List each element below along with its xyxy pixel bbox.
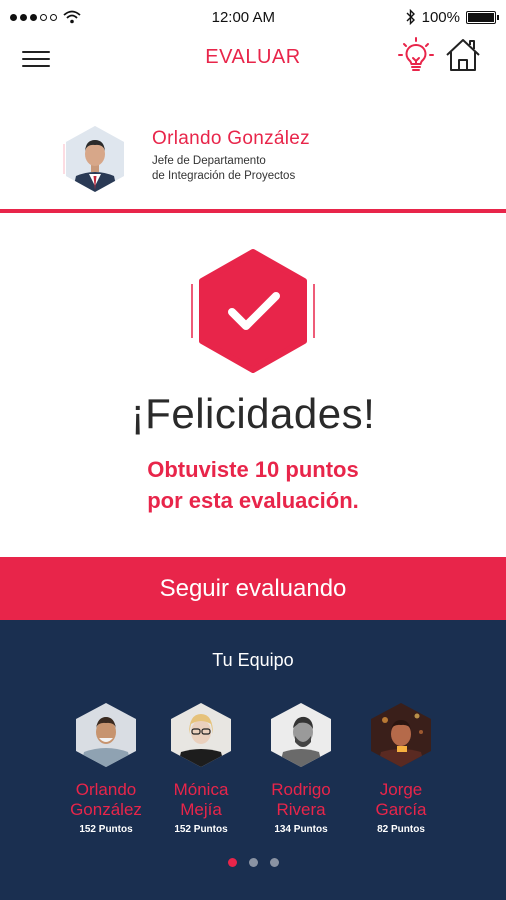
member-avatar [371,703,431,767]
member-first-name: Orlando [75,780,137,799]
team-member-card[interactable]: Jorge García 82 Puntos [346,702,456,835]
app-header: EVALUAR [0,34,506,84]
bluetooth-icon [406,9,415,25]
profile-role-line1: Jefe de Departamento [152,155,266,167]
evaluated-profile: Orlando González Jefe de Departamento de… [0,118,506,208]
member-avatar [76,703,136,767]
points-message: Obtuviste 10 puntos por esta evaluación. [0,454,506,516]
avatar [60,124,130,194]
signal-strength-icon [10,13,57,21]
check-icon [191,249,315,373]
member-avatar [171,703,231,767]
member-avatar [271,703,331,767]
continue-evaluating-button[interactable]: Seguir evaluando [0,557,506,620]
profile-role-line2: de Integración de Proyectos [152,170,296,182]
member-last-name: Rivera [276,800,326,819]
member-last-name: Mejía [180,800,222,819]
member-points: 152 Puntos [79,824,133,835]
member-first-name: Jorge [379,780,423,799]
congrats-title: ¡Felicidades! [130,390,376,437]
pager-dot-1[interactable] [227,858,237,867]
status-bar: 12:00 AM 100% [0,0,506,34]
team-member-card[interactable]: Mónica Mejía 152 Puntos [146,702,256,835]
profile-role: Jefe de Departamento de Integración de P… [152,154,295,184]
team-member-card[interactable]: Orlando González 152 Puntos [51,702,161,835]
member-name: Mónica Mejía [146,780,256,820]
pager-dot-3[interactable] [269,858,279,867]
team-section: Tu Equipo Orlando González 152 Puntos Mó… [0,620,506,900]
member-last-name: González [70,800,142,819]
member-points: 134 Puntos [274,824,328,835]
member-points: 82 Puntos [377,824,425,835]
points-message-line1: Obtuviste 10 puntos [147,457,359,482]
status-right: 100% [406,8,499,26]
member-first-name: Mónica [173,780,229,799]
member-name: Rodrigo Rivera [246,780,356,820]
section-divider [0,209,506,213]
home-button[interactable] [444,36,482,74]
member-name: Jorge García [346,780,456,820]
team-member-card[interactable]: Rodrigo Rivera 134 Puntos [246,702,356,835]
team-pager [0,858,506,867]
lightbulb-icon [398,37,434,71]
battery-icon [465,10,499,24]
profile-photo [63,126,124,192]
member-name: Orlando González [51,780,161,820]
tips-button[interactable] [396,36,436,76]
member-first-name: Rodrigo [271,780,331,799]
success-badge [186,244,320,378]
home-icon [446,39,480,71]
member-points: 152 Puntos [174,824,228,835]
team-title: Tu Equipo [212,650,294,670]
wifi-icon [63,10,81,24]
signal-group [10,10,81,24]
status-time: 12:00 AM [211,8,275,26]
profile-name: Orlando González [152,128,310,149]
pager-dot-2[interactable] [248,858,258,867]
points-message-line2: por esta evaluación. [147,488,359,513]
member-last-name: García [375,800,427,819]
battery-percent: 100% [421,8,460,26]
